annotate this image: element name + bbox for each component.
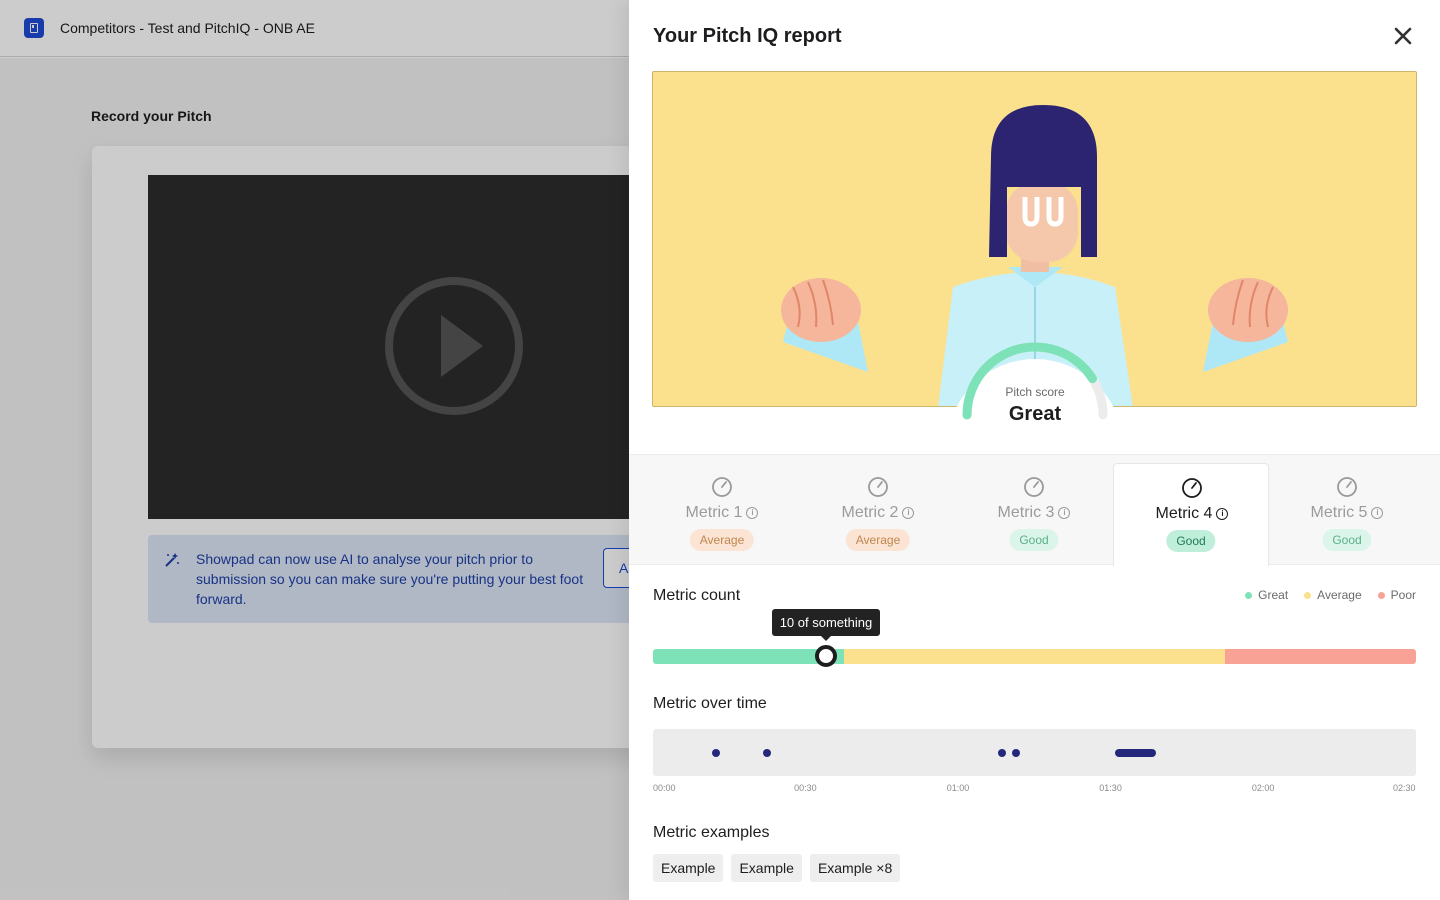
metric-count-title: Metric count	[653, 587, 741, 604]
tab-metric-3[interactable]: Metric 3i Good	[956, 463, 1112, 566]
timeline-event[interactable]	[1114, 749, 1156, 757]
metric-name: Metric 3	[997, 504, 1055, 521]
legend-item-poor: Poor	[1377, 588, 1416, 602]
metric-name: Metric 5	[1310, 504, 1368, 521]
time-tick-label: 01:30	[1099, 783, 1122, 793]
metric-count-bar	[653, 649, 1416, 664]
segment-average	[843, 649, 1226, 664]
pitch-score-value: Great	[1008, 403, 1062, 425]
metric-name: Metric 4	[1155, 505, 1213, 522]
gauge-icon	[1337, 477, 1357, 497]
segment-poor	[1225, 649, 1416, 664]
time-tick-label: 02:00	[1251, 783, 1275, 793]
tab-metric-5[interactable]: Metric 5i Good	[1269, 463, 1425, 566]
metric-tabs: Metric 1i Average Metric 2i Average Metr…	[629, 454, 1440, 566]
time-tick-label: 01:00	[946, 783, 970, 793]
info-icon[interactable]: i	[1058, 507, 1071, 519]
status-badge: Average	[689, 529, 755, 551]
status-badge: Good	[1166, 530, 1216, 552]
timeline-axis: 00:00 00:30 01:00 01:30 02:00 02:30	[653, 783, 1416, 795]
info-icon[interactable]: i	[746, 507, 759, 519]
timeline-event[interactable]	[997, 749, 1006, 757]
gauge-icon	[712, 477, 732, 497]
metric-examples-title: Metric examples	[653, 824, 770, 841]
metric-legend: Great Average Poor	[1245, 588, 1416, 602]
info-icon[interactable]: i	[1216, 508, 1229, 520]
drawer-title: Your Pitch IQ report	[653, 25, 842, 47]
time-tick-label: 00:00	[653, 783, 676, 793]
pitch-iq-drawer: Your Pitch IQ report Pitch score Great M…	[629, 0, 1440, 900]
metric-examples: Example Example Example ×8	[653, 854, 901, 882]
tab-metric-2[interactable]: Metric 2i Average	[800, 463, 956, 566]
timeline-event[interactable]	[1011, 749, 1020, 757]
status-badge: Average	[845, 529, 911, 551]
status-badge: Good	[1322, 529, 1372, 551]
metric-name: Metric 2	[841, 504, 899, 521]
timeline-event[interactable]	[763, 749, 772, 757]
tab-metric-4[interactable]: Metric 4i Good	[1113, 463, 1269, 566]
pitch-score-label: Pitch score	[1005, 385, 1065, 399]
gauge-icon	[1024, 477, 1044, 497]
metric-count-tooltip: 10 of something	[771, 609, 881, 641]
legend-item-great: Great	[1245, 588, 1288, 602]
example-chip[interactable]: Example	[731, 854, 802, 882]
metric-over-time-title: Metric over time	[653, 695, 767, 712]
example-chip[interactable]: Example ×8	[809, 854, 901, 882]
tab-metric-1[interactable]: Metric 1i Average	[644, 463, 800, 566]
info-icon[interactable]: i	[902, 507, 915, 519]
gauge-icon	[868, 477, 888, 497]
time-tick-label: 00:30	[794, 783, 817, 793]
gauge-icon	[1182, 478, 1202, 498]
time-tick-label: 02:30	[1393, 783, 1416, 793]
info-icon[interactable]: i	[1371, 507, 1384, 519]
metric-name: Metric 1	[685, 504, 743, 521]
close-icon[interactable]	[1391, 24, 1415, 48]
metric-timeline[interactable]	[653, 729, 1416, 776]
example-chip[interactable]: Example	[653, 854, 724, 882]
status-badge: Good	[1009, 529, 1059, 551]
legend-item-average: Average	[1304, 588, 1362, 602]
timeline-event[interactable]	[711, 749, 720, 757]
